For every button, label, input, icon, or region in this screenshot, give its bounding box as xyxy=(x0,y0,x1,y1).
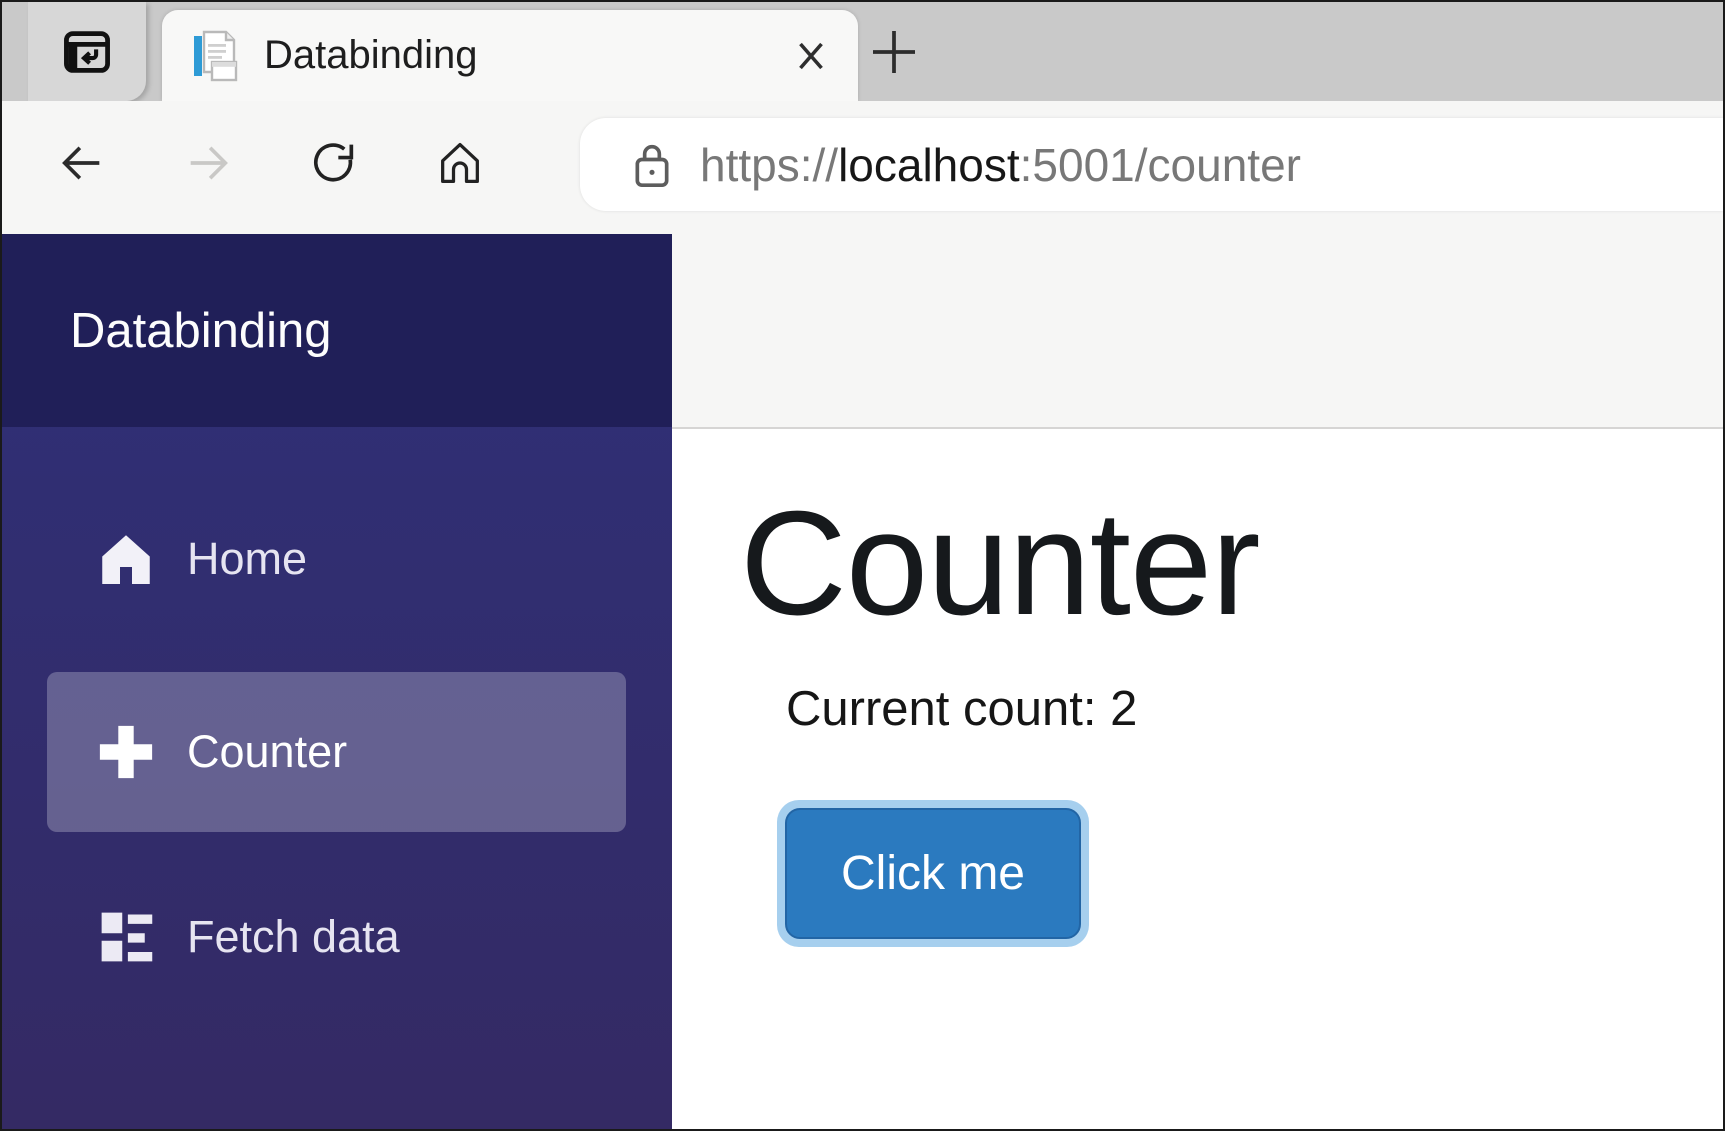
click-me-button-face: Click me xyxy=(785,808,1081,939)
sidebar-header: Databinding xyxy=(2,234,672,427)
click-me-label: Click me xyxy=(841,846,1025,901)
sidebar-item-counter[interactable]: Counter xyxy=(47,672,626,832)
sidebar-item-fetch-data[interactable]: Fetch data xyxy=(47,857,626,1017)
browser-tab[interactable]: Databinding xyxy=(162,10,858,101)
tab-close-button[interactable] xyxy=(784,29,838,83)
refresh-button[interactable] xyxy=(308,137,360,189)
home-icon xyxy=(434,137,486,189)
sidebar-item-label: Home xyxy=(187,533,307,585)
arrow-right-icon xyxy=(182,137,234,189)
address-bar[interactable]: https://localhost:5001/counter xyxy=(580,118,1723,211)
house-icon xyxy=(93,526,159,592)
app-title: Databinding xyxy=(70,303,332,359)
sidebar-item-label: Counter xyxy=(187,726,347,778)
count-label: Current count: xyxy=(786,682,1097,736)
url-scheme: https:// xyxy=(700,139,838,191)
main-content: Counter Current count: 2 Click me xyxy=(672,429,1723,1129)
back-button[interactable] xyxy=(56,137,108,189)
tab-title: Databinding xyxy=(264,33,478,78)
sidebar-item-label: Fetch data xyxy=(187,911,400,963)
new-tab-button[interactable] xyxy=(858,16,930,88)
count-value: 2 xyxy=(1110,682,1137,736)
list-rich-icon xyxy=(93,904,159,970)
url-path: :5001/counter xyxy=(1020,139,1301,191)
lock-icon[interactable] xyxy=(630,141,674,189)
click-me-button[interactable]: Click me xyxy=(777,800,1089,947)
current-count-text: Current count: 2 xyxy=(786,681,1137,737)
plus-bold-icon xyxy=(93,719,159,785)
tab-actions-button[interactable] xyxy=(28,2,146,101)
url-text: https://localhost:5001/counter xyxy=(700,138,1301,192)
refresh-icon xyxy=(308,137,360,189)
main-top-row xyxy=(672,234,1723,429)
forward-button[interactable] xyxy=(182,137,234,189)
plus-icon xyxy=(866,24,922,80)
browser-window: Databinding xyxy=(0,0,1725,1131)
vertical-tabs-icon xyxy=(61,26,113,78)
tab-strip: Databinding xyxy=(2,2,1723,101)
sidebar-item-home[interactable]: Home xyxy=(47,479,626,639)
page-favicon-icon xyxy=(188,28,240,84)
app-sidebar: Databinding Home Counter xyxy=(2,234,672,1129)
home-button[interactable] xyxy=(434,137,486,189)
navigation-bar: https://localhost:5001/counter xyxy=(2,101,1723,234)
page-title: Counter xyxy=(740,479,1260,649)
arrow-left-icon xyxy=(56,137,108,189)
url-host: localhost xyxy=(838,139,1020,191)
